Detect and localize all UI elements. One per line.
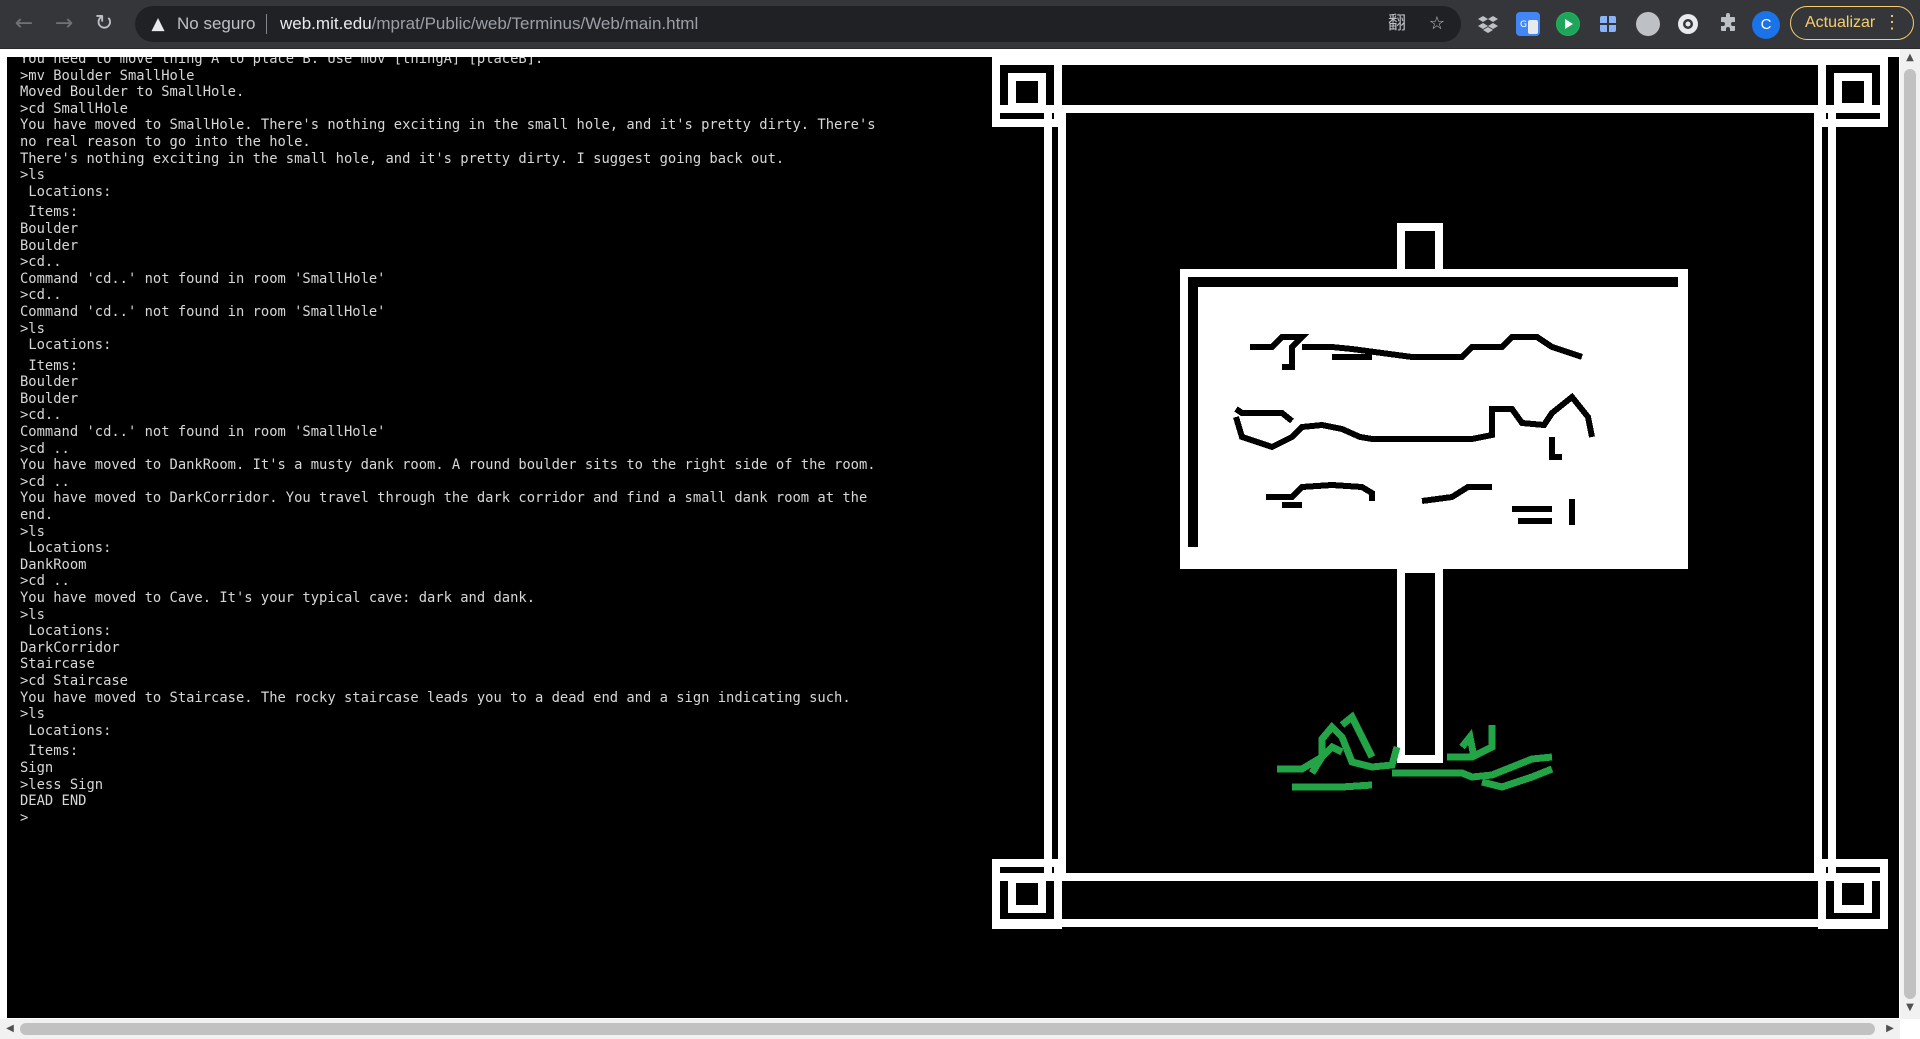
security-label[interactable]: No seguro <box>177 14 255 34</box>
extensions-puzzle-icon[interactable] <box>1716 12 1740 36</box>
terminal-line: Command 'cd..' not found in room 'SmallH… <box>20 270 386 287</box>
dead-end-sign-artwork <box>992 57 1888 929</box>
terminal-line: Boulder <box>20 220 79 237</box>
address-bar[interactable]: ▲ No seguro web.mit.edu/mprat/Public/web… <box>135 6 1461 42</box>
url-text[interactable]: web.mit.edu/mprat/Public/web/Terminus/We… <box>280 14 698 34</box>
terminal-line: Command 'cd..' not found in room 'SmallH… <box>20 424 386 441</box>
terminal-line: Items: <box>20 357 79 374</box>
terminal-line: Locations: <box>20 540 112 557</box>
back-arrow-icon[interactable]: ← <box>10 10 38 38</box>
terminal-line: Boulder <box>20 374 79 391</box>
scroll-right-arrow-icon[interactable]: ▶ <box>1880 1020 1900 1038</box>
terminal-line: There's nothing exciting in the small ho… <box>20 150 785 167</box>
menu-dots-icon[interactable]: ⋮ <box>1883 7 1901 38</box>
terminal-line: >cd .. <box>20 440 70 457</box>
bubble-extension-icon[interactable] <box>1636 12 1660 36</box>
terminal-line: >cd .. <box>20 573 70 590</box>
terminal-line: Items: <box>20 743 79 760</box>
terminal-line: >cd .. <box>20 473 70 490</box>
grass <box>1277 711 1554 791</box>
terminal-line: Sign <box>20 759 54 776</box>
terminal-line: >ls <box>20 606 45 623</box>
dropbox-extension-icon[interactable] <box>1476 12 1500 36</box>
terminal-line: You need to move thing A to place B. Use… <box>20 57 544 67</box>
url-path: /mprat/Public/web/Terminus/Web/main.html <box>371 14 699 33</box>
profile-avatar[interactable]: C <box>1752 11 1780 39</box>
terminal-line: Locations: <box>20 337 112 354</box>
globe-extension-icon[interactable] <box>1676 12 1700 36</box>
translate-icon[interactable]: 翻 <box>1385 12 1409 36</box>
play-extension-icon[interactable] <box>1556 12 1580 36</box>
terminal-line: Locations: <box>20 183 112 200</box>
terminal-line: Moved Boulder to SmallHole. <box>20 84 245 101</box>
sign-board <box>1180 269 1688 569</box>
terminal-line: Items: <box>20 204 79 221</box>
terminal-line: >cd SmallHole <box>20 100 128 117</box>
terminal-line: You have moved to DarkCorridor. You trav… <box>20 490 876 524</box>
terminal-line: DEAD END <box>20 793 87 810</box>
terminal-line: >ls <box>20 320 45 337</box>
update-button[interactable]: Actualizar ⋮ <box>1790 6 1914 40</box>
svg-text:G: G <box>1520 20 1527 30</box>
vertical-scroll-thumb[interactable] <box>1904 69 1916 999</box>
terminal-line: You have moved to SmallHole. There's not… <box>20 117 884 150</box>
terminal-line: Locations: <box>20 722 112 739</box>
terminal-line: Boulder <box>20 390 79 407</box>
terminal-line: You have moved to DankRoom. It's a musty… <box>20 457 876 474</box>
terminal-line: >ls <box>20 167 45 184</box>
browser-toolbar: ← → ↻ ▲ No seguro web.mit.edu/mprat/Publ… <box>0 0 1920 49</box>
google-translate-extension-icon[interactable]: G <box>1516 12 1540 36</box>
reload-icon[interactable]: ↻ <box>90 10 118 38</box>
scroll-left-arrow-icon[interactable]: ◀ <box>0 1020 20 1038</box>
terminal-line: >cd Staircase <box>20 672 128 689</box>
terminal-line: Boulder <box>20 237 79 254</box>
terminal-line: DarkCorridor <box>20 639 120 656</box>
terminal-line: >ls <box>20 523 45 540</box>
terminal-window[interactable]: You need to move thing A to place B. Use… <box>7 57 1899 1018</box>
warning-icon[interactable]: ▲ <box>147 13 169 35</box>
horizontal-scroll-thumb[interactable] <box>20 1023 1875 1035</box>
bookmark-star-icon[interactable]: ☆ <box>1425 12 1449 36</box>
terminal-output[interactable]: You need to move thing A to place B. Use… <box>20 57 880 826</box>
terminal-line: >ls <box>20 706 45 723</box>
terminal-line: Locations: <box>20 623 112 640</box>
page-viewport: You need to move thing A to place B. Use… <box>0 49 1920 1039</box>
terminal-line: >cd.. <box>20 287 62 304</box>
terminal-line: >less Sign <box>20 776 104 793</box>
terminal-line: Staircase <box>20 656 95 673</box>
terminal-line: DankRoom <box>20 556 87 573</box>
scroll-up-arrow-icon[interactable]: ▲ <box>1900 49 1920 67</box>
terminal-line: Command 'cd..' not found in room 'SmallH… <box>20 303 386 320</box>
vertical-scrollbar[interactable]: ▲ ▼ <box>1900 49 1920 1019</box>
url-host: web.mit.edu <box>280 14 372 33</box>
update-label: Actualizar <box>1805 14 1876 31</box>
terminal-line: > <box>20 809 29 826</box>
terminal-line: You have moved to Cave. It's your typica… <box>20 590 535 606</box>
scroll-down-arrow-icon[interactable]: ▼ <box>1900 999 1920 1017</box>
terminal-line: >cd.. <box>20 254 62 271</box>
grid-extension-icon[interactable] <box>1596 12 1620 36</box>
terminal-line: >mv Boulder SmallHole <box>20 67 195 84</box>
forward-arrow-icon[interactable]: → <box>50 10 78 38</box>
address-divider <box>266 14 267 34</box>
terminal-line: >cd.. <box>20 407 62 424</box>
horizontal-scrollbar[interactable]: ◀ ▶ <box>0 1019 1900 1039</box>
terminal-line: You have moved to Staircase. The rocky s… <box>20 689 851 706</box>
